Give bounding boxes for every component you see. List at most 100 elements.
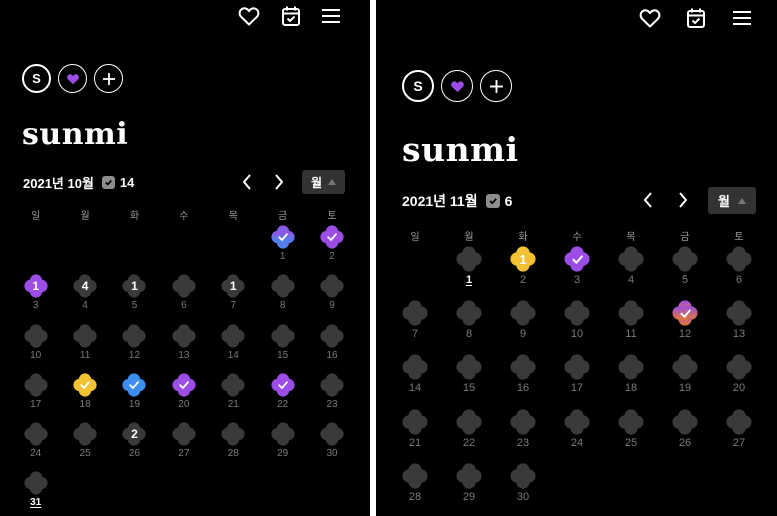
prev-month-button[interactable]: [641, 191, 655, 209]
day-number: 2: [329, 251, 335, 262]
calendar-day-cell[interactable]: 12: [658, 300, 712, 354]
calendar-day-cell[interactable]: 12: [496, 246, 550, 300]
flower-check-icon: [271, 225, 295, 249]
calendar-day-cell[interactable]: 20: [712, 354, 766, 408]
calendar-day-cell[interactable]: 12: [110, 323, 159, 373]
avatar-letter: S: [32, 71, 41, 86]
day-number: 25: [624, 436, 638, 449]
calendar-day-cell[interactable]: 31: [11, 471, 60, 516]
calendar-day-cell[interactable]: 2: [307, 225, 356, 274]
next-month-button[interactable]: [272, 173, 286, 191]
flower-icon: [320, 323, 344, 348]
next-month-button[interactable]: [676, 191, 690, 209]
calendar-day-cell[interactable]: 23: [496, 408, 550, 463]
calendar-day-cell[interactable]: 6: [159, 274, 208, 323]
calendar-day-cell[interactable]: 15: [110, 274, 159, 323]
calendar-day-cell[interactable]: 24: [550, 408, 604, 463]
calendar-day-cell[interactable]: 22: [442, 408, 496, 463]
weekday-label: 월: [464, 232, 474, 243]
calendar-day-cell[interactable]: 13: [712, 300, 766, 354]
weekday-label: 화: [129, 211, 140, 222]
calendar-day-cell[interactable]: 7: [388, 300, 442, 354]
calendar-day-cell[interactable]: 16: [496, 354, 550, 408]
calendar-day-cell[interactable]: 19: [110, 373, 159, 422]
day-number: 10: [30, 349, 42, 361]
calendar-day-cell[interactable]: 10: [11, 323, 60, 373]
calendar-day-cell[interactable]: 15: [442, 354, 496, 408]
purple-heart-profile-button[interactable]: [441, 70, 473, 102]
view-mode-select[interactable]: 월: [302, 170, 345, 194]
calendar-day-cell[interactable]: 4: [604, 246, 658, 300]
add-profile-button[interactable]: [480, 70, 512, 102]
calendar-day-cell[interactable]: 25: [604, 408, 658, 463]
calendar-day-cell[interactable]: 1: [258, 225, 307, 274]
calendar-day-cell[interactable]: 30: [307, 422, 356, 471]
calendar-day-cell[interactable]: 3: [550, 246, 604, 300]
calendar-day-cell[interactable]: 8: [442, 300, 496, 354]
prev-month-button[interactable]: [240, 173, 254, 191]
calendar-day-cell[interactable]: 11: [60, 323, 109, 373]
calendar-day-cell[interactable]: 30: [496, 463, 550, 516]
calendar-check-icon[interactable]: [279, 4, 303, 28]
check-count-icon: [485, 193, 500, 208]
top-toolbar: [638, 6, 754, 30]
calendar-day-cell[interactable]: 26: [658, 408, 712, 463]
menu-icon[interactable]: [319, 4, 343, 28]
calendar-day-cell[interactable]: 9: [496, 300, 550, 354]
calendar-day-cell[interactable]: 10: [550, 300, 604, 354]
calendar-day-cell[interactable]: 5: [658, 246, 712, 300]
calendar-day-cell[interactable]: 29: [258, 422, 307, 471]
calendar-day-cell[interactable]: 21: [388, 408, 442, 463]
calendar-day-cell[interactable]: 17: [11, 373, 60, 422]
calendar-day-cell[interactable]: 27: [159, 422, 208, 471]
calendar-day-cell[interactable]: 18: [604, 354, 658, 408]
calendar-day-cell[interactable]: 20: [159, 373, 208, 422]
today-day-number: 31: [30, 497, 42, 509]
calendar-day-cell[interactable]: 11: [604, 300, 658, 354]
view-mode-select[interactable]: 월: [708, 187, 756, 214]
flower-icon: [172, 323, 196, 348]
calendar-day-cell[interactable]: 17: [550, 354, 604, 408]
calendar-day-cell[interactable]: 9: [307, 274, 356, 323]
day-number: 27: [178, 448, 190, 460]
avatar[interactable]: S: [22, 64, 51, 93]
calendar-day-cell[interactable]: 21: [209, 373, 258, 422]
calendar-day-cell[interactable]: 23: [307, 373, 356, 422]
calendar-day-cell[interactable]: 13: [159, 323, 208, 373]
flower-icon: 1: [24, 274, 48, 298]
calendar-day-cell[interactable]: 14: [388, 354, 442, 408]
calendar-day-cell[interactable]: 2 26: [110, 422, 159, 471]
flower-icon: [320, 274, 344, 298]
check-icon: [672, 300, 698, 326]
day-number: 7: [230, 300, 237, 312]
calendar-day-cell[interactable]: 28: [209, 422, 258, 471]
calendar-day-cell[interactable]: 28: [388, 463, 442, 516]
calendar-day-cell[interactable]: 17: [209, 274, 258, 323]
calendar-day-cell[interactable]: 15: [258, 323, 307, 373]
heart-icon[interactable]: [237, 4, 261, 28]
calendar-day-cell[interactable]: 18: [60, 373, 109, 422]
menu-icon[interactable]: [730, 6, 754, 30]
calendar-day-cell[interactable]: 14: [209, 323, 258, 373]
purple-heart-profile-button[interactable]: [58, 64, 87, 93]
calendar-day-cell[interactable]: 19: [658, 354, 712, 408]
calendar-day-cell[interactable]: 6: [712, 246, 766, 300]
calendar-day-cell[interactable]: 13: [11, 274, 60, 323]
day-number: 22: [462, 436, 476, 449]
calendar-day-cell[interactable]: 16: [307, 323, 356, 373]
calendar-check-icon[interactable]: [684, 6, 708, 30]
entry-count: 4: [81, 279, 89, 294]
calendar-day-cell[interactable]: 22: [258, 373, 307, 422]
calendar-day-cell[interactable]: 44: [60, 274, 109, 323]
day-number: 8: [279, 300, 286, 312]
calendar-day-cell[interactable]: 25: [60, 422, 109, 471]
calendar-day-cell[interactable]: 24: [11, 422, 60, 471]
calendar-day-cell[interactable]: 1: [442, 246, 496, 300]
day-number: 13: [178, 349, 190, 361]
calendar-day-cell[interactable]: 29: [442, 463, 496, 516]
calendar-day-cell[interactable]: 27: [712, 408, 766, 463]
heart-icon[interactable]: [638, 6, 662, 30]
add-profile-button[interactable]: [94, 64, 123, 93]
avatar[interactable]: S: [402, 70, 434, 102]
calendar-day-cell[interactable]: 8: [258, 274, 307, 323]
